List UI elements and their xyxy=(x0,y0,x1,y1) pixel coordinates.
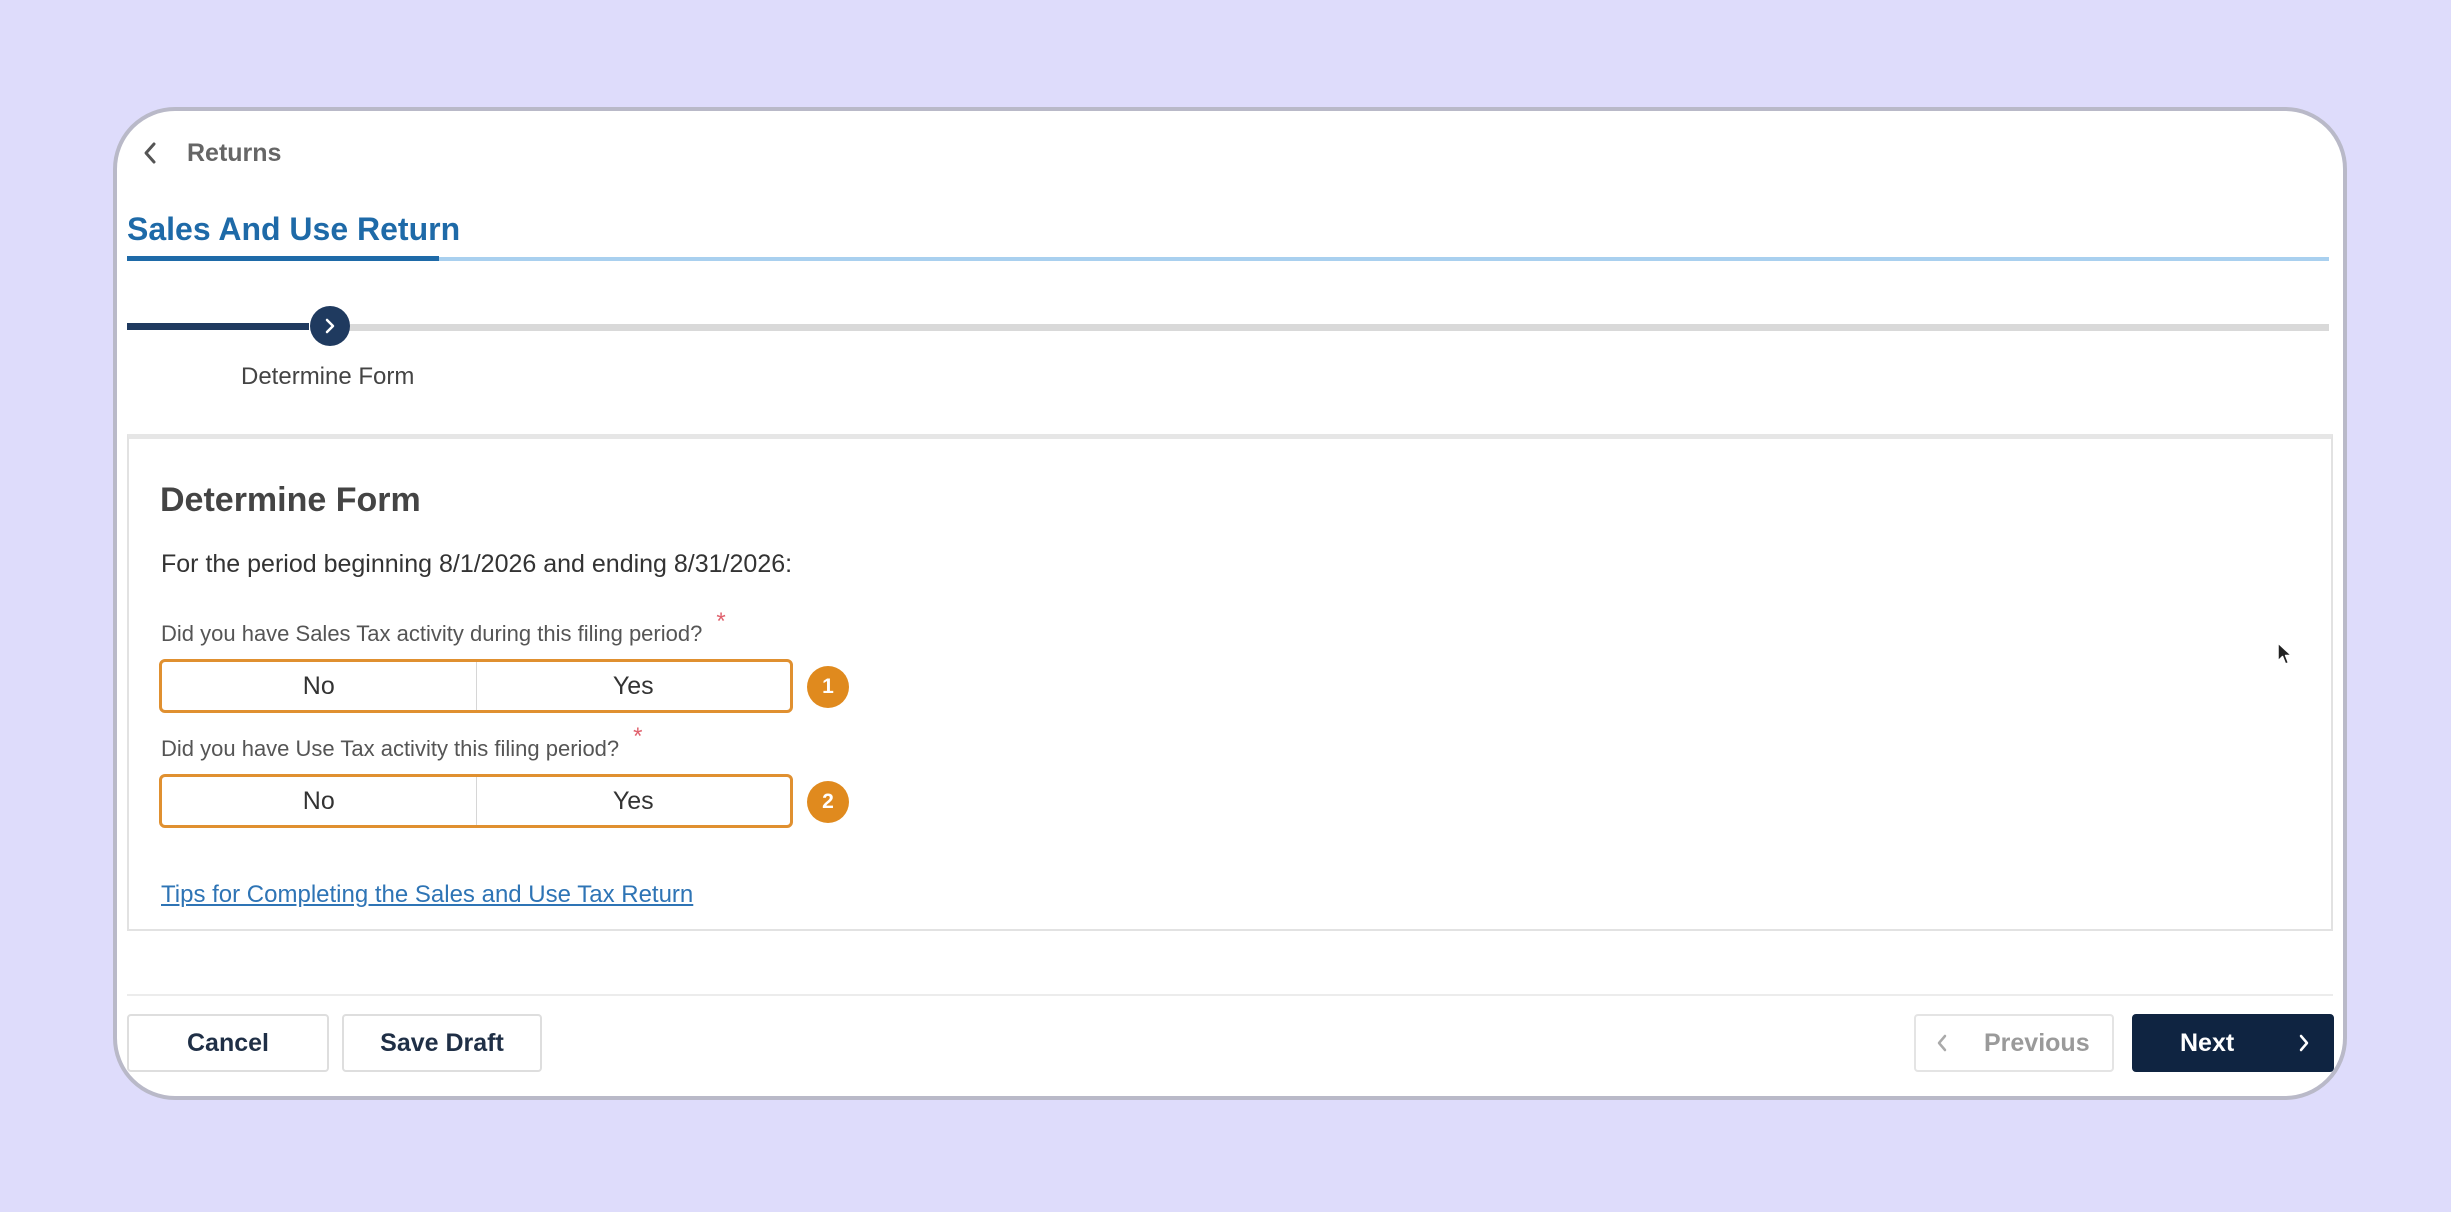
progress-completed-bar xyxy=(127,323,309,330)
period-text: For the period beginning 8/1/2026 and en… xyxy=(161,550,793,578)
previous-button[interactable]: Previous xyxy=(1914,1014,2114,1072)
annotation-badge-2: 2 xyxy=(807,781,849,823)
use-tax-no-option[interactable]: No xyxy=(162,777,476,825)
current-step-label: Determine Form xyxy=(241,363,415,390)
app-window: Returns Sales And Use Return Determine F… xyxy=(113,107,2347,1100)
chevron-right-icon xyxy=(325,318,335,334)
mouse-pointer-icon xyxy=(2277,642,2293,665)
use-tax-question-label: Did you have Use Tax activity this filin… xyxy=(161,723,643,761)
chevron-right-icon xyxy=(2299,1034,2309,1052)
tab-active-indicator xyxy=(127,256,439,261)
next-button[interactable]: Next xyxy=(2132,1014,2334,1072)
sales-tax-question-label: Did you have Sales Tax activity during t… xyxy=(161,608,726,646)
determine-form-card: Determine Form For the period beginning … xyxy=(127,434,2333,931)
chevron-left-icon xyxy=(1937,1034,1947,1052)
card-title: Determine Form xyxy=(160,481,421,519)
chevron-left-icon xyxy=(135,138,165,168)
use-tax-yes-option[interactable]: Yes xyxy=(475,777,791,825)
current-step-marker xyxy=(310,306,350,346)
sales-tax-no-option[interactable]: No xyxy=(162,662,476,710)
tab-sales-and-use-return[interactable]: Sales And Use Return xyxy=(127,211,460,248)
cancel-button[interactable]: Cancel xyxy=(127,1014,329,1072)
save-draft-button[interactable]: Save Draft xyxy=(342,1014,542,1072)
tips-link[interactable]: Tips for Completing the Sales and Use Ta… xyxy=(161,881,693,909)
required-marker: * xyxy=(716,608,726,635)
progress-remaining-bar xyxy=(341,324,2329,331)
sales-tax-yes-option[interactable]: Yes xyxy=(475,662,791,710)
use-tax-toggle[interactable]: No Yes xyxy=(159,774,793,828)
previous-label: Previous xyxy=(1984,1028,2090,1057)
tab-bar-line xyxy=(439,257,2329,261)
next-label: Next xyxy=(2180,1028,2235,1057)
footer-divider xyxy=(127,994,2333,996)
required-marker: * xyxy=(633,723,643,750)
sales-tax-toggle[interactable]: No Yes xyxy=(159,659,793,713)
back-to-returns-link[interactable]: Returns xyxy=(135,129,281,177)
back-label: Returns xyxy=(187,138,282,167)
annotation-badge-1: 1 xyxy=(807,666,849,708)
